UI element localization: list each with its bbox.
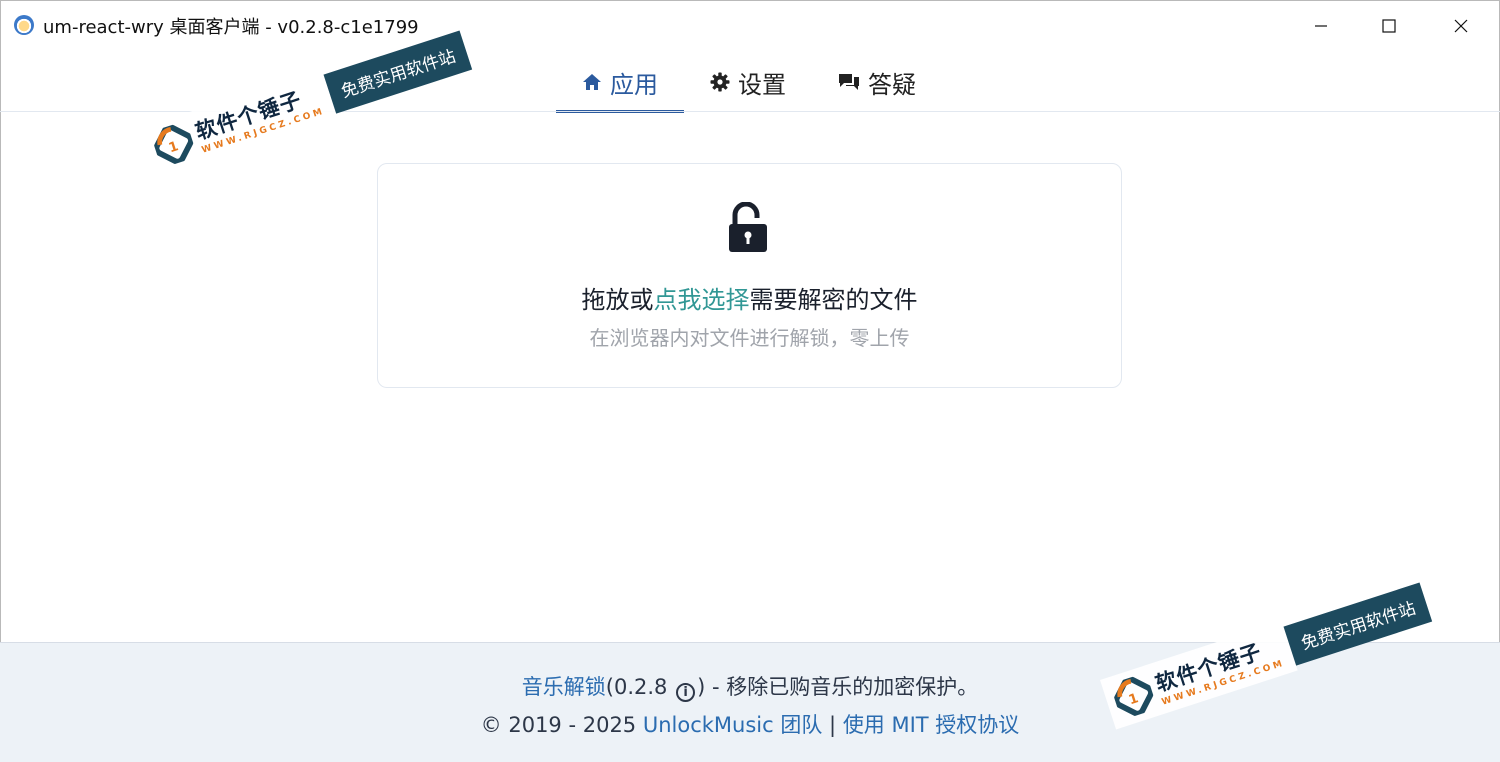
tab-faq[interactable]: 答疑 (812, 52, 942, 112)
license-link[interactable]: 使用 MIT 授权协议 (843, 713, 1020, 737)
footer-copyright-line: © 2019 - 2025 UnlockMusic 团队 | 使用 MIT 授权… (0, 709, 1500, 739)
app-name-link[interactable]: 音乐解锁 (522, 675, 606, 699)
team-link[interactable]: UnlockMusic 团队 (643, 713, 823, 737)
app-icon (14, 15, 34, 35)
watermark-logo-icon: 1 (1113, 676, 1154, 717)
tab-settings[interactable]: 设置 (684, 52, 812, 112)
tab-label: 应用 (610, 70, 658, 99)
tab-label: 答疑 (868, 70, 916, 99)
home-icon (583, 74, 601, 90)
drop-instruction: 拖放或点我选择需要解密的文件 (378, 280, 1121, 315)
select-file-link[interactable]: 点我选择 (654, 286, 750, 314)
window-title: um-react-wry 桌面客户端 - v0.2.8-c1e1799 (43, 17, 419, 38)
tab-apps[interactable]: 应用 (556, 52, 684, 113)
watermark-logo-icon: 1 (153, 124, 194, 165)
minimize-icon (1315, 25, 1327, 27)
drop-text-after: 需要解密的文件 (749, 286, 918, 314)
footer-separator: | (829, 713, 837, 737)
tab-bar: 应用 设置 答疑 (556, 52, 942, 113)
gear-icon (710, 72, 730, 92)
copyright-text: © 2019 - 2025 (480, 713, 637, 737)
title-bar[interactable]: um-react-wry 桌面客户端 - v0.2.8-c1e1799 (0, 0, 1500, 52)
maximize-icon (1382, 19, 1396, 33)
minimize-button[interactable] (1298, 9, 1344, 43)
svg-text:1: 1 (167, 139, 180, 156)
drop-subtitle: 在浏览器内对文件进行解锁，零上传 (589, 326, 910, 350)
chat-icon (839, 74, 859, 90)
footer-description: ) - 移除已购音乐的加密保护。 (697, 675, 979, 699)
file-drop-zone[interactable]: 拖放或点我选择需要解密的文件 在浏览器内对文件进行解锁，零上传 (377, 163, 1122, 388)
close-button[interactable] (1438, 9, 1484, 43)
info-icon[interactable]: i (676, 683, 696, 702)
close-icon (1454, 19, 1468, 33)
tab-label: 设置 (738, 70, 786, 99)
maximize-button[interactable] (1366, 9, 1412, 43)
drop-text-before: 拖放或 (581, 286, 654, 314)
unlock-icon (729, 202, 767, 252)
version-text: (0.2.8 (605, 675, 668, 699)
svg-text:1: 1 (1127, 691, 1140, 708)
